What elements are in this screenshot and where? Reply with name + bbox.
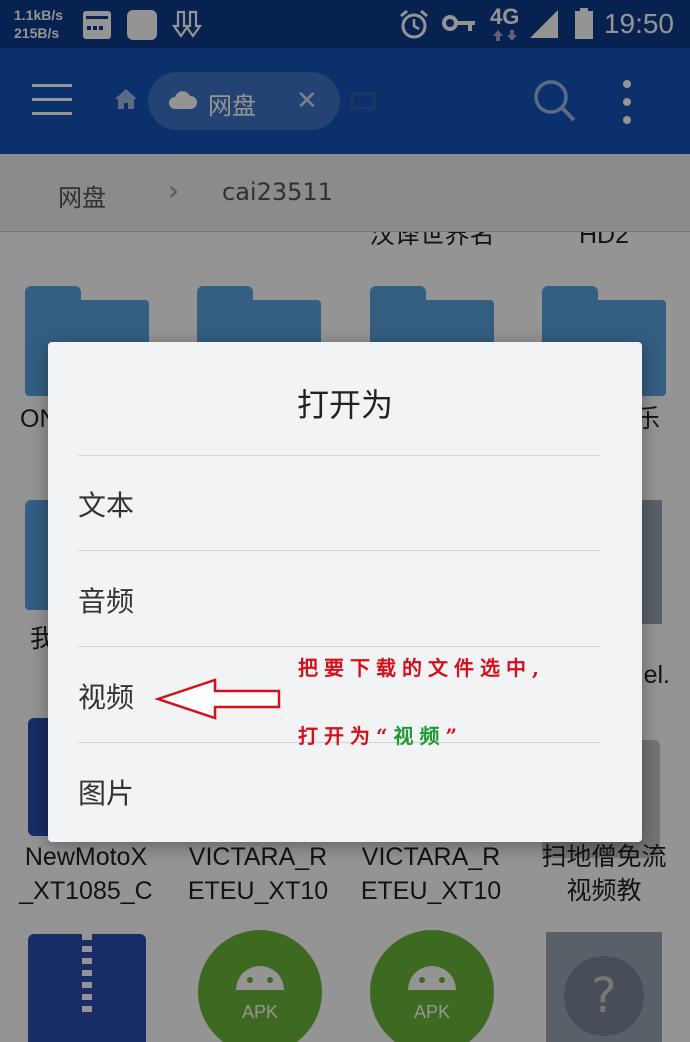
option-image[interactable]: 图片 [78,772,134,812]
option-text[interactable]: 文本 [78,484,134,524]
dialog-title: 打开为 [296,386,393,424]
divider [78,455,600,456]
annotation-line1: 把要下载的文件选中, [298,656,545,680]
option-video[interactable]: 视频 [78,676,134,716]
divider [78,646,600,647]
open-as-dialog: 打开为 文本 音频 视频 图片 [48,342,642,842]
divider [78,550,600,551]
red-arrow-annotation [155,678,281,720]
option-audio[interactable]: 音频 [78,580,134,620]
annotation-line2: 打开为“视频” [298,724,464,748]
